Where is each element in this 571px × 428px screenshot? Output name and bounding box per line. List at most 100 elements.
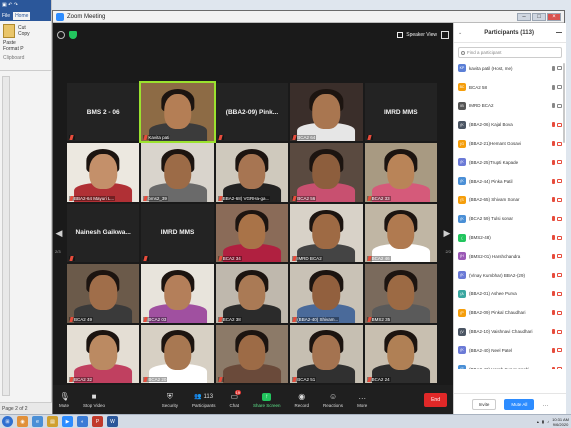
chat-button[interactable]: ▭ 19 Chat: [229, 389, 241, 408]
start-button[interactable]: ⊞: [2, 416, 13, 427]
network-icon[interactable]: ▮: [542, 419, 544, 424]
clock[interactable]: 10:31 AM 9/6/2020: [552, 417, 569, 427]
word-tab-home[interactable]: Home: [13, 11, 31, 20]
mute-all-button[interactable]: Mute All: [504, 399, 535, 410]
close-window-button[interactable]: ×: [547, 12, 561, 21]
video-tile[interactable]: IMRD BCA2: [290, 203, 363, 263]
participant-face: [163, 274, 192, 310]
participant-row[interactable]: (S (BBA2-65) Shivam Sonar: [454, 191, 566, 210]
video-tile[interactable]: BCA2 64: [290, 83, 363, 142]
participant-row[interactable]: (H (BMS2-01) Harshchandra: [454, 247, 566, 266]
invite-button[interactable]: Invite: [471, 399, 497, 410]
participant-row[interactable]: (V (BBA2-10) Vaishnavi Chaudhari: [454, 322, 566, 341]
windows-taskbar: ⊞ ◉ e ▤ ▶ ◐ P W ▴ ▮ ♪ 10:31 AM 9/6/2020: [0, 414, 571, 428]
edge-icon[interactable]: e: [32, 416, 43, 427]
video-tile[interactable]: Kavita pati: [139, 80, 216, 144]
participants-count: 113: [203, 393, 214, 400]
participant-row[interactable]: BC BCA2 58: [454, 78, 566, 97]
record-button[interactable]: ◉ Record: [295, 392, 310, 408]
participant-row[interactable]: (K (BBA2-40) Neel Patel: [454, 341, 566, 360]
video-tile[interactable]: BMS 2 - 06: [67, 83, 140, 142]
info-icon[interactable]: [57, 31, 65, 39]
stop-video-button[interactable]: ■ Stop Video: [83, 392, 105, 408]
participants-panel: ⌄ Participants (113) Find a participant …: [453, 23, 566, 415]
minimize-button[interactable]: –: [517, 12, 531, 21]
tile-label-text: (BBA2-40) Shivam...: [297, 316, 339, 322]
video-tile[interactable]: (BBA2-40) Shivam...: [290, 264, 363, 323]
meeting-area: Speaker View ◀ 2/3 ▶ 2/3 BMS 2 - 06 Kavit…: [53, 23, 453, 415]
powerpoint-icon[interactable]: P: [92, 416, 103, 427]
end-meeting-button[interactable]: End: [424, 393, 447, 407]
participant-status-icons: [552, 310, 562, 316]
video-tile[interactable]: BCA2 49: [67, 264, 140, 323]
video-tile[interactable]: BCA2 51: [290, 324, 363, 383]
video-tile[interactable]: BCA2 24: [364, 324, 437, 383]
maximize-button[interactable]: □: [532, 12, 546, 21]
tile-label: BCA2 64: [292, 135, 317, 141]
video-tile[interactable]: BBA2-68) VGRHa-ga...: [215, 143, 289, 202]
participants-button[interactable]: 👥 113 Participants: [192, 393, 216, 408]
security-button[interactable]: ⛨ Security: [162, 392, 178, 408]
more-options-icon[interactable]: …: [542, 402, 548, 408]
browser-icon[interactable]: ◉: [17, 416, 28, 427]
media-player-icon[interactable]: ◐: [77, 416, 88, 427]
mic-icon: [552, 84, 555, 90]
video-tile[interactable]: BCA2 32: [67, 324, 140, 383]
encryption-shield-icon[interactable]: [69, 31, 77, 39]
participant-row[interactable]: (S(BBA2-42) Harsh Suryavanshi: [454, 360, 566, 369]
tile-label-text: BCA2 64: [297, 135, 316, 141]
avatar: (H: [458, 252, 466, 261]
zoom-taskbar-icon[interactable]: ▶: [62, 416, 73, 427]
participant-row[interactable]: IB IMRD BCA2: [454, 97, 566, 116]
share-screen-button[interactable]: ↑ Share Screen: [253, 392, 281, 408]
more-button[interactable]: … More: [357, 392, 367, 408]
tile-label-text: BCA2 20: [148, 377, 167, 382]
participant-row[interactable]: KP kavita patil (Host, me): [454, 59, 566, 78]
participant-search-input[interactable]: Find a participant: [458, 47, 562, 58]
video-tile[interactable]: BBA2-64 Mayuri L...: [67, 143, 140, 202]
participant-row[interactable]: (G (BBA2-21)Hemant Gosavi: [454, 134, 566, 153]
video-tile[interactable]: BCA2 34: [215, 203, 289, 263]
participant-list-scrollbar[interactable]: [563, 63, 565, 143]
video-tile[interactable]: IMRD MMS: [364, 83, 437, 142]
participant-row[interactable]: (A (BBA2-01) Ashee Purva: [454, 285, 566, 304]
file-explorer-icon[interactable]: ▤: [47, 416, 58, 427]
video-off-icon: [557, 179, 562, 184]
video-tile[interactable]: (BBA2-09) Pink...: [215, 83, 289, 142]
video-tile[interactable]: BMS2 35: [364, 264, 437, 323]
video-tile[interactable]: BCA2 33: [364, 143, 437, 202]
minimize-panel-icon[interactable]: [556, 32, 562, 33]
participant-row[interactable]: (K (BBA2-25)Trupti Kapade: [454, 153, 566, 172]
system-tray: ▴ ▮ ♪ 10:31 AM 9/6/2020: [537, 417, 569, 427]
word-quickaccess-icons[interactable]: ▣ ↶ ↷: [2, 2, 18, 8]
participant-row[interactable]: (K (Vinay Kumbhar) BBA2-(29): [454, 266, 566, 285]
paste-icon[interactable]: [3, 24, 15, 38]
next-page-button[interactable]: ▶: [443, 223, 451, 243]
participant-row[interactable]: (P (BBA2-09) Pinkal Chaudhari: [454, 303, 566, 322]
participant-row[interactable]: ((BMS2-48): [454, 228, 566, 247]
video-tile[interactable]: BCA2 38: [215, 264, 289, 323]
video-tile[interactable]: IMRD MMS: [141, 203, 214, 263]
participant-row[interactable]: (K (BBA2-06) Kajal Bova: [454, 115, 566, 134]
volume-icon[interactable]: ♪: [547, 419, 549, 424]
video-tile[interactable]: BCA2 20: [141, 324, 214, 383]
reactions-button[interactable]: ☺ Reactions: [323, 392, 343, 408]
participant-row[interactable]: (K (BCA2 59) Tulsi sonar: [454, 209, 566, 228]
format-painter-button[interactable]: Format P: [3, 46, 48, 52]
video-tile[interactable]: [215, 324, 289, 383]
word-tab-file[interactable]: File: [2, 13, 10, 19]
speaker-view-button[interactable]: Speaker View: [397, 32, 437, 38]
video-tile[interactable]: BCA2 03: [141, 264, 214, 323]
fullscreen-icon[interactable]: [441, 31, 449, 39]
video-tile[interactable]: bms2_39: [141, 143, 214, 202]
tray-arrow-icon[interactable]: ▴: [537, 419, 539, 424]
tile-label: [217, 377, 224, 382]
video-tile[interactable]: BCA2 46: [364, 203, 437, 263]
word-taskbar-icon[interactable]: W: [107, 416, 118, 427]
participant-row[interactable]: (K (BBA2-44) Pinka Patil: [454, 172, 566, 191]
video-tile[interactable]: Nainesh Gaikwa...: [67, 203, 140, 263]
mute-button[interactable]: 🎙 Mute: [59, 392, 70, 408]
previous-page-button[interactable]: ◀: [55, 223, 63, 243]
video-tile[interactable]: BCA2 56: [290, 143, 363, 202]
copy-button[interactable]: Copy: [18, 31, 30, 37]
